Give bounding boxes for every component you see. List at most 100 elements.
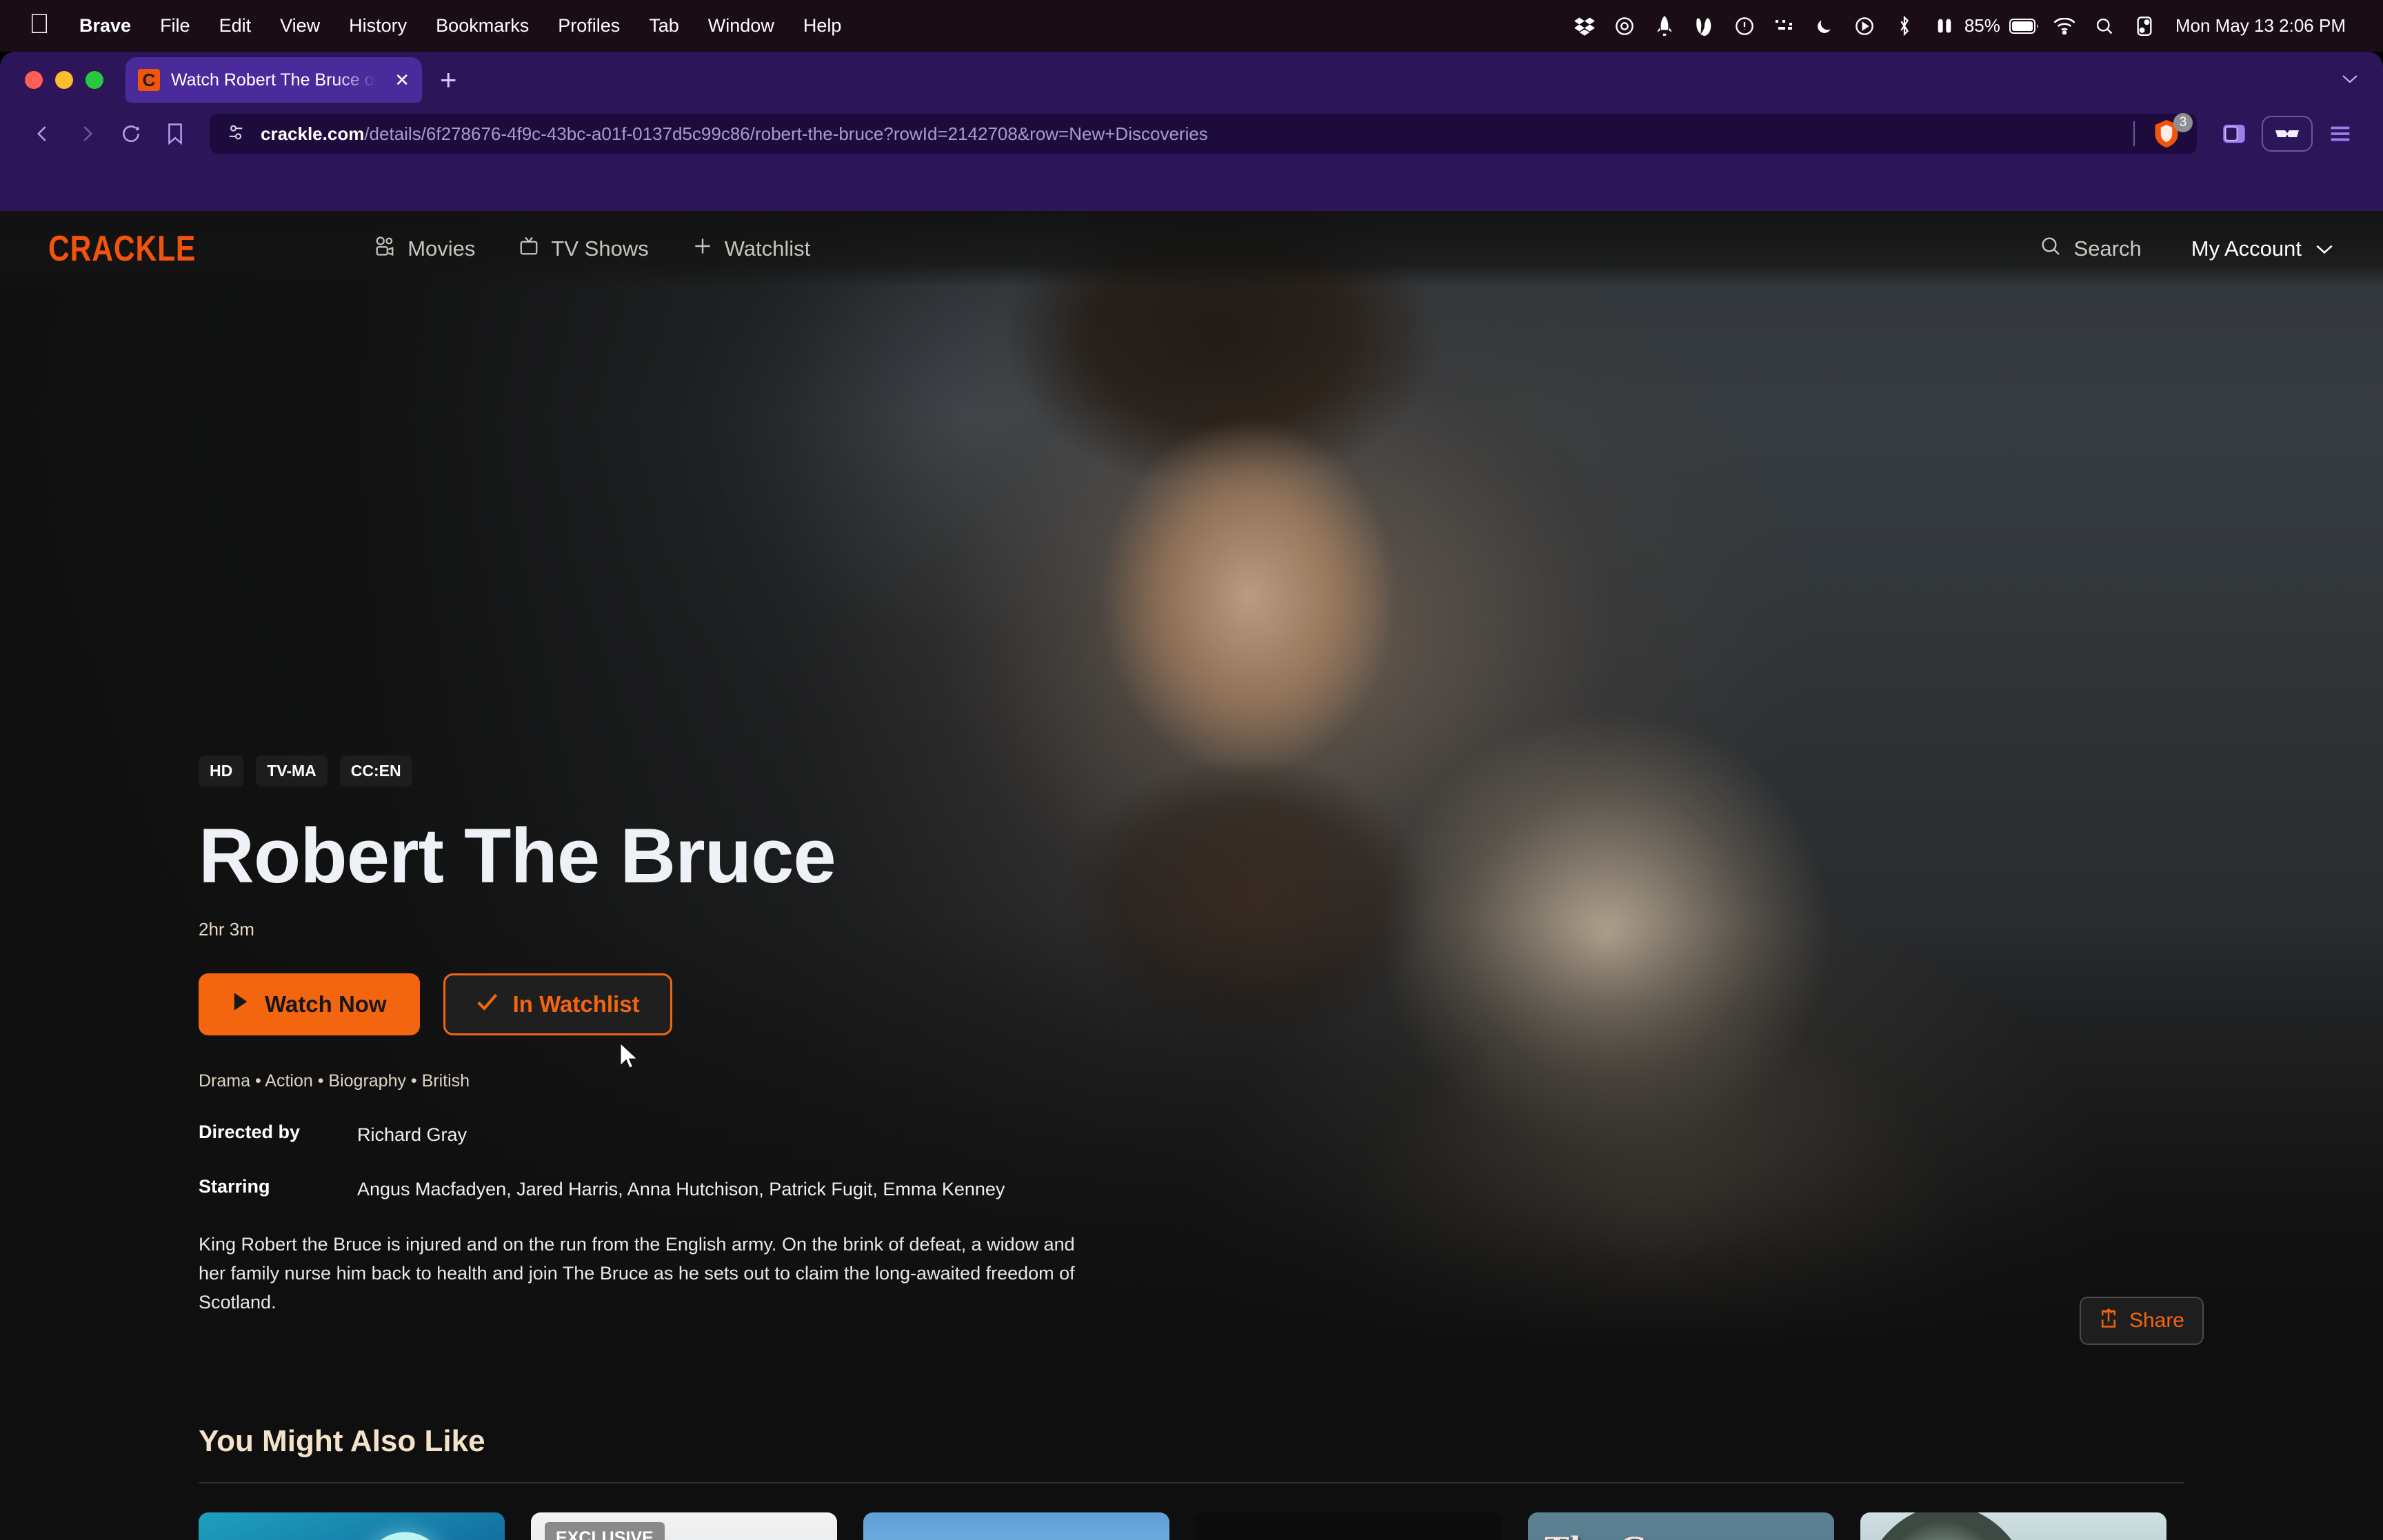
tab-search-chevron-down-icon[interactable]: [2340, 70, 2360, 90]
bluetooth-icon[interactable]: [1884, 15, 1924, 37]
url-domain: crackle.com: [261, 123, 365, 144]
menu-edit[interactable]: Edit: [205, 15, 266, 37]
recommendation-card-2[interactable]: ★★★★★★★★★★★★★★★ EXCLUSIVE ONE SHOT: [531, 1512, 837, 1540]
sidebar-icon[interactable]: [2212, 114, 2256, 153]
menu-bookmarks[interactable]: Bookmarks: [421, 15, 543, 37]
control-center-icon[interactable]: [2124, 16, 2164, 36]
play-circle-icon[interactable]: [1844, 17, 1884, 36]
menu-view[interactable]: View: [265, 15, 334, 37]
header-right-actions: Search My Account: [2040, 235, 2335, 263]
directed-by-row: Directed by Richard Gray: [199, 1122, 1095, 1148]
site-settings-icon[interactable]: [226, 123, 245, 145]
nav-label-watchlist: Watchlist: [724, 236, 811, 261]
my-account-menu[interactable]: My Account: [2191, 236, 2335, 261]
nav-label-tv-shows: TV Shows: [551, 236, 649, 261]
menu-window[interactable]: Window: [694, 15, 789, 37]
starring-row: Starring Angus Macfadyen, Jared Harris, …: [199, 1176, 1095, 1203]
starring-label: Starring: [199, 1175, 270, 1197]
nav-item-movies[interactable]: Movies: [373, 236, 475, 262]
divider: [2133, 121, 2135, 146]
clock-warning-icon[interactable]: [1725, 17, 1764, 36]
synopsis-text: King Robert the Bruce is injured and on …: [199, 1233, 1075, 1313]
directed-by-label: Directed by: [199, 1121, 301, 1142]
bookmark-icon[interactable]: [153, 114, 197, 153]
monkey-face-shape: [1860, 1512, 2040, 1540]
wifi-icon[interactable]: [2044, 17, 2084, 34]
nav-label-movies: Movies: [408, 236, 476, 261]
in-watchlist-button[interactable]: In Watchlist: [443, 973, 672, 1035]
exclusive-badge: EXCLUSIVE: [545, 1522, 665, 1540]
recommendation-card-5[interactable]: The Great Mom Swap: [1528, 1512, 1834, 1540]
brave-leo-icon[interactable]: [2262, 116, 2313, 152]
brave-shields-icon[interactable]: 3: [2151, 113, 2193, 149]
in-watchlist-label: In Watchlist: [512, 991, 640, 1017]
window-controls[interactable]: [25, 71, 103, 89]
maximize-window-button[interactable]: [86, 71, 103, 89]
crackle-logo[interactable]: CRACKLE: [48, 228, 196, 270]
forward-arrow-icon[interactable]: [65, 114, 109, 153]
search-icon: [2040, 235, 2062, 263]
bitwarden-icon[interactable]: [1605, 17, 1645, 36]
recommendation-card-3[interactable]: BLUE COLLAR COMEDY TOUR Rides Again: [863, 1512, 1169, 1540]
macos-menubar:  Brave File Edit View History Bookmarks…: [0, 0, 2383, 52]
divider: [199, 1482, 2184, 1483]
toolbar-right-actions: [2201, 114, 2362, 153]
reload-icon[interactable]: [109, 114, 153, 153]
dots-icon[interactable]: [1764, 19, 1804, 34]
menu-profiles[interactable]: Profiles: [543, 15, 634, 37]
recommendations-carousel[interactable]: ★★★★★★★★★★★★★★★ EXCLUSIVE ONE SHOT BLUE …: [199, 1512, 2383, 1540]
nav-item-watchlist[interactable]: Watchlist: [692, 235, 811, 263]
menu-brave[interactable]: Brave: [65, 15, 145, 37]
badge-list: HD TV-MA CC:EN: [199, 756, 1095, 787]
genre-list: Drama • Action • Biography • British: [199, 1071, 470, 1091]
close-tab-button[interactable]: ✕: [392, 70, 410, 91]
blood-monkey-poster-art: BLOOD MONKEY: [1860, 1512, 2166, 1540]
recommendations-section: You Might Also Like ★★★★★★★★★★★★★★★ EXCL…: [0, 1424, 2383, 1540]
badge-hd: HD: [199, 756, 244, 787]
crackle-page: CRACKLE Movies TV Shows Watchlist Search…: [0, 211, 2383, 1540]
brave-browser-window: C Watch Robert The Bruce onlin ✕ + crack…: [0, 52, 2383, 1540]
rocket-icon[interactable]: [1645, 15, 1685, 37]
share-button[interactable]: Share: [2079, 1297, 2204, 1345]
starring-value: Angus Macfadyen, Jared Harris, Anna Hutc…: [357, 1178, 1005, 1199]
minimize-window-button[interactable]: [55, 71, 73, 89]
one-shot-poster-art: ★★★★★★★★★★★★★★★ EXCLUSIVE ONE SHOT: [531, 1512, 837, 1540]
menubar-clock[interactable]: Mon May 13 2:06 PM: [2175, 15, 2346, 37]
battery-percent: 85%: [1964, 15, 2000, 36]
runtime-label: 2hr 3m: [199, 918, 254, 940]
apple-logo-icon[interactable]: : [19, 10, 65, 42]
great-mom-swap-poster-art: The Great Mom Swap: [1528, 1512, 1834, 1540]
airpods-icon[interactable]: [1924, 17, 1964, 36]
menu-file[interactable]: File: [145, 15, 205, 37]
badge-captions: CC:EN: [339, 756, 412, 787]
spotlight-search-icon[interactable]: [2084, 17, 2124, 36]
menu-tab[interactable]: Tab: [634, 15, 694, 37]
mullvad-icon[interactable]: [1685, 17, 1725, 36]
menu-history[interactable]: History: [334, 15, 421, 37]
address-bar[interactable]: crackle.com/details/6f278676-4f9c-43bc-a…: [210, 113, 2197, 154]
nav-item-tv-shows[interactable]: TV Shows: [518, 236, 649, 262]
mom-swap-line1: The Great: [1545, 1528, 1714, 1540]
close-window-button[interactable]: [25, 71, 43, 89]
recommendations-heading: You Might Also Like: [199, 1424, 485, 1458]
tv-icon: [518, 236, 540, 262]
search-button[interactable]: Search: [2040, 235, 2142, 263]
watch-now-label: Watch Now: [265, 991, 387, 1017]
moon-icon[interactable]: [1804, 17, 1844, 36]
credits-block: Directed by Richard Gray Starring Angus …: [199, 1122, 1095, 1203]
battery-icon[interactable]: [2004, 18, 2044, 34]
title-detail-block: HD TV-MA CC:EN Robert The Bruce 2hr 3m W…: [199, 756, 1095, 1317]
hamburger-menu-icon[interactable]: [2318, 114, 2362, 153]
recommendation-card-1[interactable]: [199, 1512, 505, 1540]
menu-help[interactable]: Help: [789, 15, 856, 37]
watch-now-button[interactable]: Watch Now: [199, 973, 420, 1035]
new-tab-button[interactable]: +: [440, 65, 457, 94]
recommendation-card-4[interactable]: [1196, 1512, 1502, 1540]
back-arrow-icon[interactable]: [21, 114, 65, 153]
share-label: Share: [2129, 1309, 2184, 1332]
recommendation-card-6[interactable]: BLOOD MONKEY: [1860, 1512, 2166, 1540]
dropbox-icon[interactable]: [1565, 16, 1605, 37]
page-title: Robert The Bruce: [199, 813, 836, 899]
browser-tab-active[interactable]: C Watch Robert The Bruce onlin ✕: [125, 57, 422, 103]
chevron-down-icon: [2314, 236, 2335, 261]
